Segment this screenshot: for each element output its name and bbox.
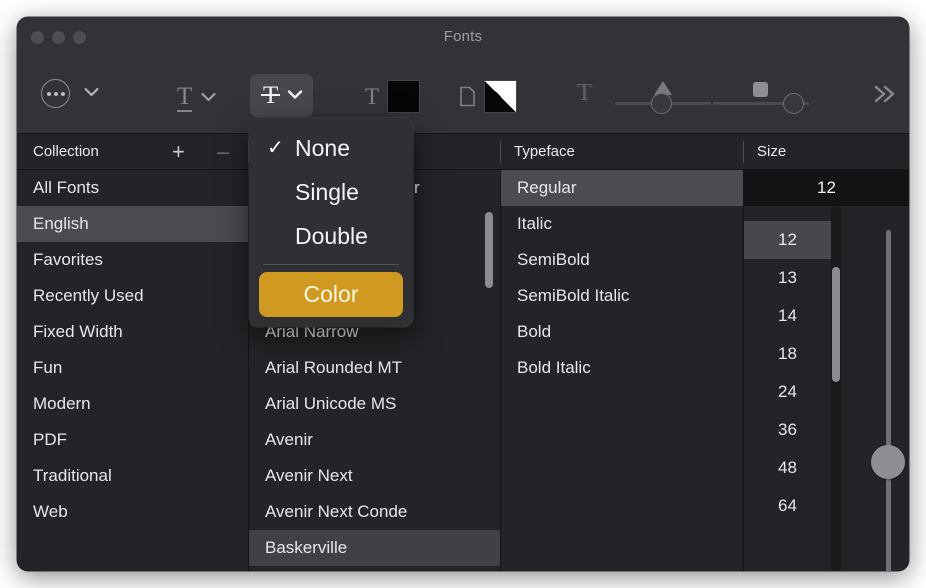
underline-T-icon: T [177, 83, 193, 112]
menu-item-label: Double [295, 223, 368, 249]
strikethrough-T-icon: T [261, 83, 281, 108]
collection-item[interactable]: Fun [17, 350, 248, 386]
typeface-header: Typeface [514, 143, 575, 160]
action-menu-button[interactable] [41, 79, 99, 108]
collection-header: Collection [33, 143, 99, 160]
collection-item[interactable]: English [17, 206, 248, 242]
menu-item-none[interactable]: ✓ None [249, 126, 413, 170]
size-item[interactable]: 13 [744, 259, 831, 297]
toolbar-overflow-button[interactable] [872, 83, 898, 110]
document-page-icon [459, 86, 476, 107]
size-item[interactable]: 64 [744, 487, 831, 525]
size-list-scrollbar[interactable] [832, 267, 840, 382]
header-divider[interactable] [743, 141, 744, 163]
family-item[interactable]: Avenir Next Conde [249, 494, 500, 530]
menu-separator [263, 264, 399, 265]
typeface-item[interactable]: SemiBold [501, 242, 743, 278]
document-color-swatch[interactable] [485, 81, 516, 112]
family-item[interactable]: Baskerville [249, 530, 500, 566]
text-color-button[interactable]: T [365, 81, 420, 112]
remove-collection-button[interactable]: – [217, 140, 229, 164]
double-chevron-right-icon [872, 83, 898, 110]
size-item[interactable]: 14 [744, 297, 831, 335]
typeface-list[interactable]: Regular Italic SemiBold SemiBold Italic … [501, 170, 743, 571]
size-slider-track[interactable] [886, 230, 891, 571]
typeface-item[interactable]: Bold Italic [501, 350, 743, 386]
family-item[interactable]: Avenir Next [249, 458, 500, 494]
menu-item-label: None [295, 135, 350, 161]
typeface-item[interactable]: Bold [501, 314, 743, 350]
family-item[interactable]: Arial Unicode MS [249, 386, 500, 422]
family-item[interactable]: Arial Rounded MT [249, 350, 500, 386]
column-headers: Collection + – Family Typeface Size [17, 134, 909, 170]
fonts-body: All Fonts English Favorites Recently Use… [17, 170, 909, 571]
menu-item-single[interactable]: Single [249, 170, 413, 214]
header-divider[interactable] [500, 141, 501, 163]
document-color-button[interactable] [459, 81, 516, 112]
collection-item[interactable]: Recently Used [17, 278, 248, 314]
size-item[interactable]: 18 [744, 335, 831, 373]
shadow-blur-slider[interactable] [615, 81, 711, 115]
checkmark-icon: ✓ [267, 137, 284, 159]
strikethrough-dropdown-menu[interactable]: ✓ None Single Double Color [249, 118, 413, 327]
window-titlebar: Fonts [17, 17, 909, 59]
size-item[interactable]: 36 [744, 411, 831, 449]
collection-item[interactable]: Traditional [17, 458, 248, 494]
underline-menu-button[interactable]: T [167, 77, 224, 119]
family-scrollbar[interactable] [485, 212, 493, 288]
fonts-window: Fonts T T T Collection + – Typeface Size… [17, 17, 909, 571]
size-pane[interactable]: 12 11 12 13 14 18 24 36 48 64 [744, 170, 909, 571]
menu-item-double[interactable]: Double [249, 214, 413, 258]
fonts-toolbar: T T T [17, 59, 909, 134]
collection-item[interactable]: Web [17, 494, 248, 530]
typeface-item[interactable]: Italic [501, 206, 743, 242]
collection-item[interactable]: All Fonts [17, 170, 248, 206]
family-item[interactable]: Avenir [249, 422, 500, 458]
square-marker-icon [753, 82, 768, 97]
typeface-item[interactable]: Regular [501, 170, 743, 206]
ellipsis-circle-icon [41, 79, 70, 108]
window-title: Fonts [443, 28, 483, 45]
menu-item-color[interactable]: Color [259, 272, 403, 317]
collection-list[interactable]: All Fonts English Favorites Recently Use… [17, 170, 248, 571]
size-scroll-track [831, 207, 841, 571]
typeface-item[interactable]: SemiBold Italic [501, 278, 743, 314]
add-collection-button[interactable]: + [172, 140, 185, 164]
text-color-swatch[interactable] [388, 81, 420, 112]
collection-item[interactable]: PDF [17, 422, 248, 458]
shadow-offset-slider[interactable] [713, 81, 809, 115]
slider-knob[interactable] [651, 93, 672, 114]
chevron-down-icon [201, 92, 216, 105]
size-list[interactable]: 11 12 13 14 18 24 36 48 64 [744, 207, 831, 571]
collection-item[interactable]: Fixed Width [17, 314, 248, 350]
menu-item-label: Single [295, 179, 359, 205]
screenshot-root: Fonts T T T Collection + – Typeface Size… [0, 0, 926, 588]
strikethrough-menu-button[interactable]: T [250, 74, 314, 117]
chevron-down-icon [287, 89, 303, 102]
shadow-T-icon: T [577, 80, 592, 106]
chevron-down-icon [84, 87, 99, 100]
size-item[interactable]: 12 [744, 221, 831, 259]
collection-item[interactable]: Modern [17, 386, 248, 422]
size-item[interactable]: 24 [744, 373, 831, 411]
collection-item[interactable]: Favorites [17, 242, 248, 278]
slider-knob[interactable] [783, 93, 804, 114]
text-color-T-icon: T [365, 84, 380, 109]
size-item[interactable]: 48 [744, 449, 831, 487]
size-slider-knob[interactable] [871, 445, 905, 479]
size-header: Size [757, 143, 787, 160]
shadow-toggle-button[interactable]: T [577, 81, 592, 105]
size-input[interactable]: 12 [744, 170, 909, 206]
size-item[interactable]: 11 [744, 207, 831, 221]
